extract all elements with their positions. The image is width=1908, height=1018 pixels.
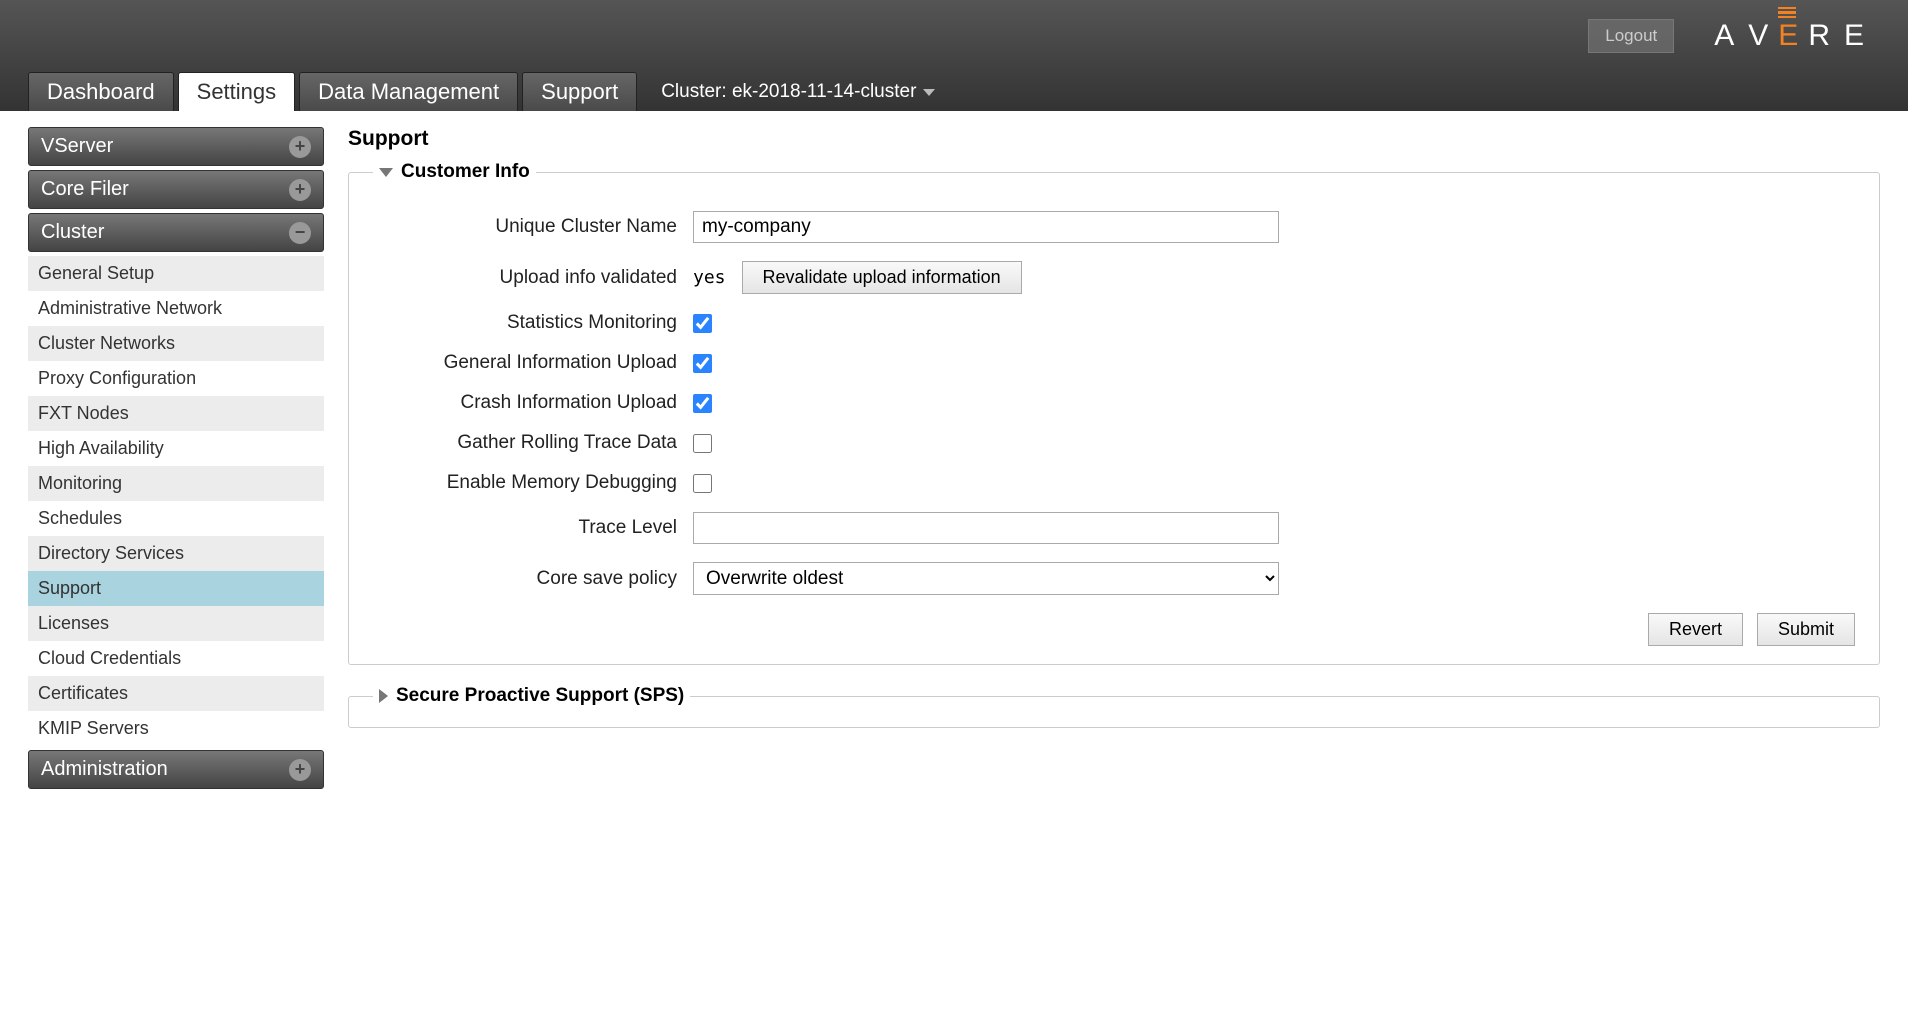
section-header-sps[interactable]: Secure Proactive Support (SPS): [373, 685, 690, 707]
sidebar-label: Core Filer: [41, 178, 129, 201]
plus-icon: +: [289, 759, 311, 781]
triangle-right-icon: [379, 689, 388, 703]
checkbox-enable-memory-debugging[interactable]: [693, 474, 712, 493]
sidebar-label: Administration: [41, 758, 168, 781]
checkbox-gather-rolling-trace[interactable]: [693, 434, 712, 453]
sidebar-cluster-items: General Setup Administrative Network Clu…: [28, 256, 324, 746]
section-customer-info: Customer Info Unique Cluster Name Upload…: [348, 161, 1880, 665]
tab-data-management[interactable]: Data Management: [299, 72, 518, 111]
revalidate-button[interactable]: Revalidate upload information: [742, 261, 1022, 294]
checkbox-statistics-monitoring[interactable]: [693, 314, 712, 333]
logo-letter-v: V: [1748, 19, 1782, 53]
logout-button[interactable]: Logout: [1588, 19, 1674, 53]
plus-icon: +: [289, 136, 311, 158]
label-statistics-monitoring: Statistics Monitoring: [373, 312, 693, 334]
label-upload-info-validated: Upload info validated: [373, 267, 693, 289]
cluster-selector[interactable]: Cluster: ek-2018-11-14-cluster: [641, 73, 955, 111]
sidebar-item-schedules[interactable]: Schedules: [28, 501, 324, 536]
checkbox-crash-info-upload[interactable]: [693, 394, 712, 413]
label-general-info-upload: General Information Upload: [373, 352, 693, 374]
sidebar-item-support[interactable]: Support: [28, 571, 324, 606]
page-title: Support: [348, 127, 1880, 151]
minus-icon: −: [289, 222, 311, 244]
label-trace-level: Trace Level: [373, 517, 693, 539]
triangle-down-icon: [379, 168, 393, 177]
select-core-save-policy[interactable]: Overwrite oldest: [693, 562, 1279, 595]
section-title: Customer Info: [401, 161, 530, 183]
sidebar-item-certificates[interactable]: Certificates: [28, 676, 324, 711]
sidebar-item-monitoring[interactable]: Monitoring: [28, 466, 324, 501]
label-core-save-policy: Core save policy: [373, 568, 693, 590]
sidebar-item-kmip-servers[interactable]: KMIP Servers: [28, 711, 324, 746]
main-content: Support Customer Info Unique Cluster Nam…: [348, 127, 1880, 793]
label-unique-cluster-name: Unique Cluster Name: [373, 216, 693, 238]
upload-info-value: yes: [693, 267, 726, 288]
plus-icon: +: [289, 179, 311, 201]
sidebar: VServer + Core Filer + Cluster − General…: [28, 127, 324, 793]
input-trace-level[interactable]: [693, 512, 1279, 544]
sidebar-item-cloud-credentials[interactable]: Cloud Credentials: [28, 641, 324, 676]
label-gather-rolling-trace: Gather Rolling Trace Data: [373, 432, 693, 454]
sidebar-section-cluster[interactable]: Cluster −: [28, 213, 324, 252]
logo-letter-e2: E: [1844, 19, 1878, 53]
logo-letter-a: A: [1714, 19, 1748, 53]
label-crash-info-upload: Crash Information Upload: [373, 392, 693, 414]
submit-button[interactable]: Submit: [1757, 613, 1855, 646]
tab-dashboard[interactable]: Dashboard: [28, 72, 174, 111]
sidebar-label: VServer: [41, 135, 113, 158]
sidebar-item-cluster-networks[interactable]: Cluster Networks: [28, 326, 324, 361]
label-enable-memory-debugging: Enable Memory Debugging: [373, 472, 693, 494]
chevron-down-icon: [923, 89, 935, 96]
cluster-name-label: Cluster: ek-2018-11-14-cluster: [661, 81, 916, 103]
section-header-customer-info[interactable]: Customer Info: [373, 161, 536, 183]
sidebar-section-administration[interactable]: Administration +: [28, 750, 324, 789]
revert-button[interactable]: Revert: [1648, 613, 1743, 646]
section-title: Secure Proactive Support (SPS): [396, 685, 684, 707]
sidebar-section-core-filer[interactable]: Core Filer +: [28, 170, 324, 209]
sidebar-item-licenses[interactable]: Licenses: [28, 606, 324, 641]
sidebar-item-fxt-nodes[interactable]: FXT Nodes: [28, 396, 324, 431]
logo-letter-e-accent: E: [1778, 19, 1812, 53]
input-unique-cluster-name[interactable]: [693, 211, 1279, 243]
sidebar-item-directory-services[interactable]: Directory Services: [28, 536, 324, 571]
sidebar-item-proxy-configuration[interactable]: Proxy Configuration: [28, 361, 324, 396]
avere-logo: A V E R E: [1714, 19, 1878, 53]
sidebar-section-vserver[interactable]: VServer +: [28, 127, 324, 166]
section-sps: Secure Proactive Support (SPS): [348, 685, 1880, 728]
tab-settings[interactable]: Settings: [178, 72, 296, 111]
sidebar-item-high-availability[interactable]: High Availability: [28, 431, 324, 466]
checkbox-general-info-upload[interactable]: [693, 354, 712, 373]
sidebar-label: Cluster: [41, 221, 104, 244]
sidebar-item-administrative-network[interactable]: Administrative Network: [28, 291, 324, 326]
tab-support[interactable]: Support: [522, 72, 637, 111]
logo-letter-r: R: [1808, 19, 1844, 53]
sidebar-item-general-setup[interactable]: General Setup: [28, 256, 324, 291]
